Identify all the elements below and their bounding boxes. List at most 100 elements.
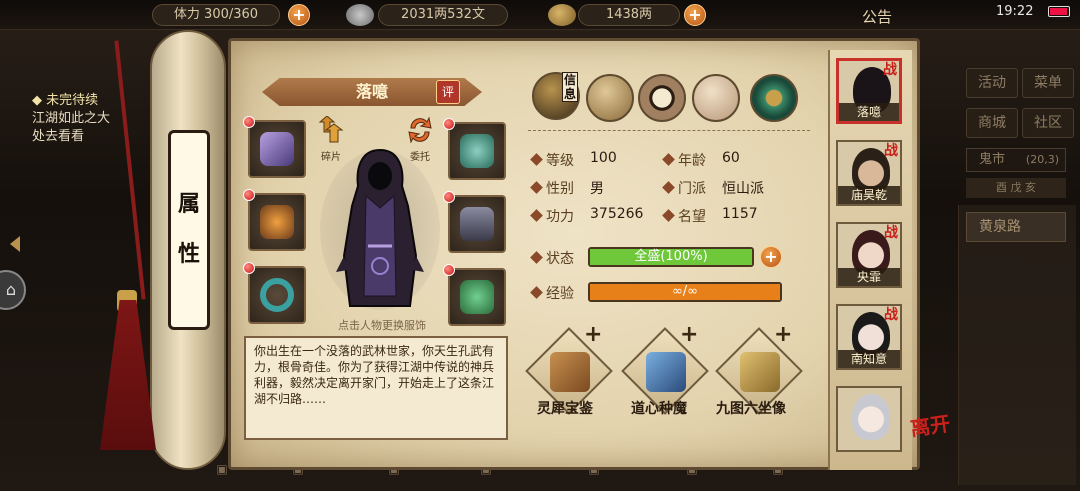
clock: 19:22 — [996, 4, 1034, 19]
weapon-item-icon — [260, 132, 294, 166]
silver-icon — [346, 4, 374, 26]
armor-item-icon — [460, 207, 494, 241]
book-add-icon: + — [680, 322, 699, 347]
battery-icon — [1048, 6, 1070, 17]
avatar — [852, 394, 890, 440]
equip-slot-hat[interactable] — [448, 122, 506, 180]
equip-slot-weapon[interactable] — [248, 120, 306, 178]
sect-label: 门派 — [678, 181, 706, 197]
hero-character[interactable] — [330, 146, 430, 312]
collapse-arrow-icon[interactable] — [10, 236, 20, 252]
upgrade-dot-icon — [443, 264, 455, 276]
state-label: 状态 — [546, 251, 574, 267]
power-label: 功力 — [546, 209, 574, 225]
hero-biography: 你出生在一个没落的武林世家，你天生孔武有力，根骨奇佳。你为了获得江湖中传说的神兵… — [244, 336, 508, 440]
menu-button[interactable]: 菜单 — [1022, 68, 1074, 98]
book-label-2: 道心种魔 — [631, 401, 687, 417]
announcement-button[interactable]: 公告 — [862, 6, 892, 27]
book-add-icon: + — [584, 322, 603, 347]
yellow-spring-road-button[interactable]: 黄泉路 — [966, 212, 1066, 242]
tab-map-scroll-icon[interactable] — [586, 74, 634, 122]
yellow-spring-label: 黄泉路 — [979, 219, 1021, 235]
party-member-3[interactable]: 战 央霏 — [836, 222, 902, 288]
equip-slot-accessory[interactable] — [448, 268, 506, 326]
exp-bar-text: ∞/∞ — [671, 284, 699, 299]
book-slot-3[interactable]: + — [715, 322, 803, 415]
community-button[interactable]: 社区 — [1022, 108, 1074, 138]
quest-header: ◆ 未完待续 — [32, 93, 99, 108]
party-member-name: 庙昊乾 — [838, 186, 900, 204]
fight-badge: 战 — [884, 307, 898, 323]
ghost-market-label: 鬼市 — [979, 152, 1006, 167]
fame-label: 名望 — [678, 209, 706, 225]
commission-swap-icon — [408, 116, 432, 144]
book-label-1: 灵犀宝鉴 — [537, 401, 593, 417]
book-icon — [740, 352, 780, 392]
party-member-1[interactable]: 战 落噫 — [836, 58, 902, 124]
age-value: 60 — [722, 150, 740, 166]
quest-tracker[interactable]: ◆ 未完待续 江湖如此之大 处去看看 — [32, 92, 132, 146]
upgrade-dot-icon — [243, 116, 255, 128]
party-member-name: 南知意 — [838, 350, 900, 368]
fight-badge: 战 — [884, 225, 898, 241]
book-label-3: 九图六坐像 — [716, 401, 786, 417]
party-member-5[interactable] — [836, 386, 902, 452]
gold-ingot-icon — [548, 4, 576, 26]
equip-slot-ring[interactable] — [248, 266, 306, 324]
tab-info-label: 信息 — [562, 72, 578, 102]
gauntlet-item-icon — [260, 205, 294, 239]
party-member-name: 落噫 — [839, 103, 899, 121]
money-display-2: 1438两 — [578, 4, 680, 26]
book-slot-2[interactable]: + — [621, 322, 709, 415]
time-indicator: 酉 戊 亥 — [966, 178, 1066, 198]
level-label: 等级 — [546, 153, 574, 169]
party-member-name: 央霏 — [838, 268, 900, 286]
stamina-display: 体力 300/360 — [152, 4, 280, 26]
state-restore-button[interactable]: + — [760, 246, 782, 268]
ghost-market-coords: (20,3) — [1025, 153, 1059, 166]
money-display-1: 2031两532文 — [378, 4, 508, 26]
exp-bar: ∞/∞ — [588, 282, 782, 302]
gender-label: 性别 — [546, 181, 574, 197]
quest-text: 江湖如此之大 处去看看 — [32, 111, 111, 144]
stamina-add-button[interactable]: + — [288, 4, 310, 26]
party-member-2[interactable]: 战 庙昊乾 — [836, 140, 902, 206]
fight-badge: 战 — [883, 62, 897, 78]
upgrade-dot-icon — [243, 262, 255, 274]
level-value: 100 — [590, 150, 617, 166]
money-add-button[interactable]: + — [684, 4, 706, 26]
leave-button[interactable]: 离开 — [908, 407, 952, 441]
fight-badge: 战 — [884, 143, 898, 159]
exp-label: 经验 — [546, 286, 574, 302]
shard-arrows-icon — [318, 115, 344, 143]
fame-value: 1157 — [722, 206, 758, 222]
scroll-book-icon — [646, 352, 686, 392]
book-add-icon: + — [774, 322, 793, 347]
equip-slot-gauntlet[interactable] — [248, 193, 306, 251]
mall-button[interactable]: 商城 — [966, 108, 1018, 138]
book-slot-1[interactable]: + — [525, 322, 613, 415]
stats-divider — [528, 130, 810, 131]
gender-value: 男 — [590, 181, 604, 197]
panel-title: 属 性 — [177, 192, 200, 267]
accessory-item-icon — [460, 280, 494, 314]
equip-slot-armor[interactable] — [448, 195, 506, 253]
right-side-panel — [958, 205, 1076, 485]
upgrade-dot-icon — [243, 189, 255, 201]
state-bar-text: 全盛(100%) — [634, 249, 708, 264]
age-label: 年龄 — [678, 153, 706, 169]
tab-bagua-icon[interactable] — [638, 74, 686, 122]
tab-meridian-figure-icon[interactable] — [692, 74, 740, 122]
hat-item-icon — [460, 134, 494, 168]
book-icon — [550, 352, 590, 392]
rate-button[interactable]: 评 — [436, 80, 460, 104]
activity-button[interactable]: 活动 — [966, 68, 1018, 98]
upgrade-dot-icon — [443, 118, 455, 130]
tab-compass-icon[interactable] — [750, 74, 798, 122]
top-bar: 体力 300/360 + 2031两532文 1438两 + 公告 19:22 — [0, 0, 1080, 30]
ghost-market-location: 鬼市 (20,3) — [966, 148, 1066, 172]
jade-ring-icon — [260, 278, 294, 312]
power-value: 375266 — [590, 206, 644, 222]
state-bar: 全盛(100%) — [588, 247, 754, 267]
party-member-4[interactable]: 战 南知意 — [836, 304, 902, 370]
